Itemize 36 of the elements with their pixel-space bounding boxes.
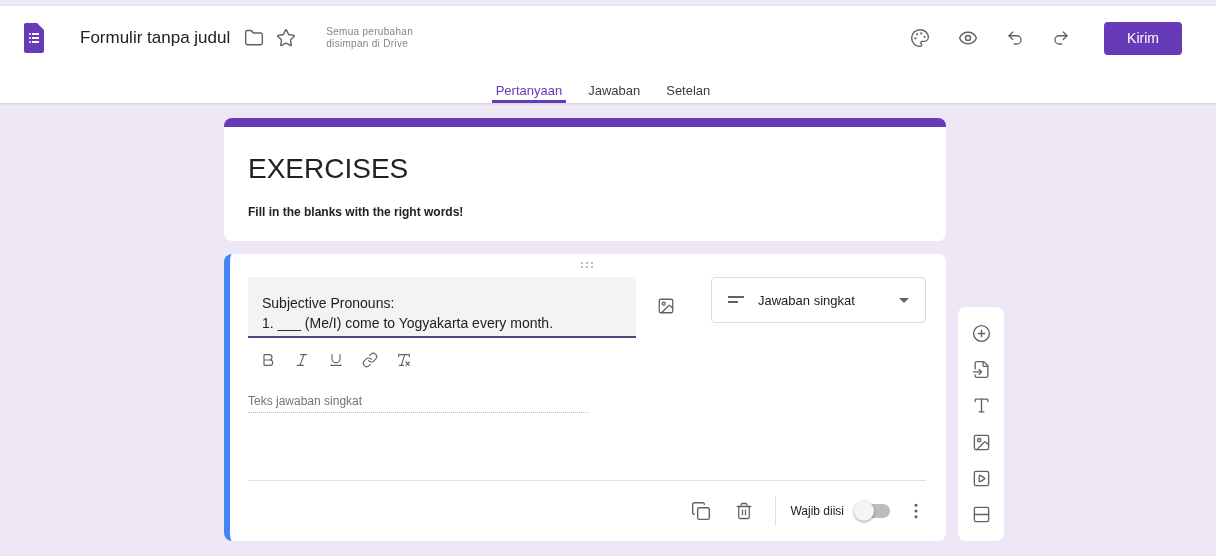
link-icon[interactable] (362, 352, 378, 368)
underline-icon[interactable] (328, 352, 344, 368)
redo-icon[interactable] (1052, 29, 1070, 47)
copy-icon[interactable] (691, 501, 712, 521)
image-icon[interactable] (971, 432, 991, 452)
question-field[interactable]: Subjective Pronouns: 1. ___ (Me/I) come to Yogyakarta every month. (248, 277, 636, 338)
short-text-icon (728, 295, 744, 305)
section-icon[interactable] (971, 505, 991, 525)
drag-handle-icon[interactable] (580, 262, 594, 268)
star-icon[interactable] (276, 28, 297, 48)
question-type-dropdown[interactable]: Jawaban singkat (711, 277, 926, 323)
italic-icon[interactable] (294, 352, 310, 368)
forms-logo-icon (24, 23, 44, 53)
text-icon[interactable] (971, 396, 991, 416)
trash-icon[interactable] (735, 502, 754, 520)
send-button[interactable]: Kirim (1104, 21, 1182, 55)
add-question-icon[interactable] (971, 323, 991, 343)
required-switch[interactable] (856, 504, 890, 518)
save-status: Semua perubahan disimpan di Drive (326, 26, 415, 50)
bold-icon[interactable] (260, 352, 276, 368)
import-icon[interactable] (971, 360, 991, 379)
tab[interactable]: Setelan (662, 70, 715, 103)
image-icon[interactable] (657, 297, 675, 315)
tab[interactable]: Jawaban (584, 70, 645, 103)
tab[interactable]: Pertanyaan (491, 70, 567, 103)
clear-format-icon[interactable] (396, 352, 412, 368)
caret-icon (899, 297, 909, 303)
form-title[interactable]: Formulir tanpa judul (80, 28, 231, 48)
form-description: Fill in the blanks with the right words! (248, 205, 465, 219)
video-icon[interactable] (971, 468, 991, 488)
undo-icon[interactable] (1006, 29, 1024, 47)
palette-icon[interactable] (910, 28, 930, 48)
required-label: Wajib diisi (790, 504, 844, 518)
answer-field[interactable]: Teks jawaban singkat (248, 390, 588, 413)
folder-icon[interactable] (244, 28, 265, 48)
form-heading: EXERCISES (248, 153, 410, 185)
